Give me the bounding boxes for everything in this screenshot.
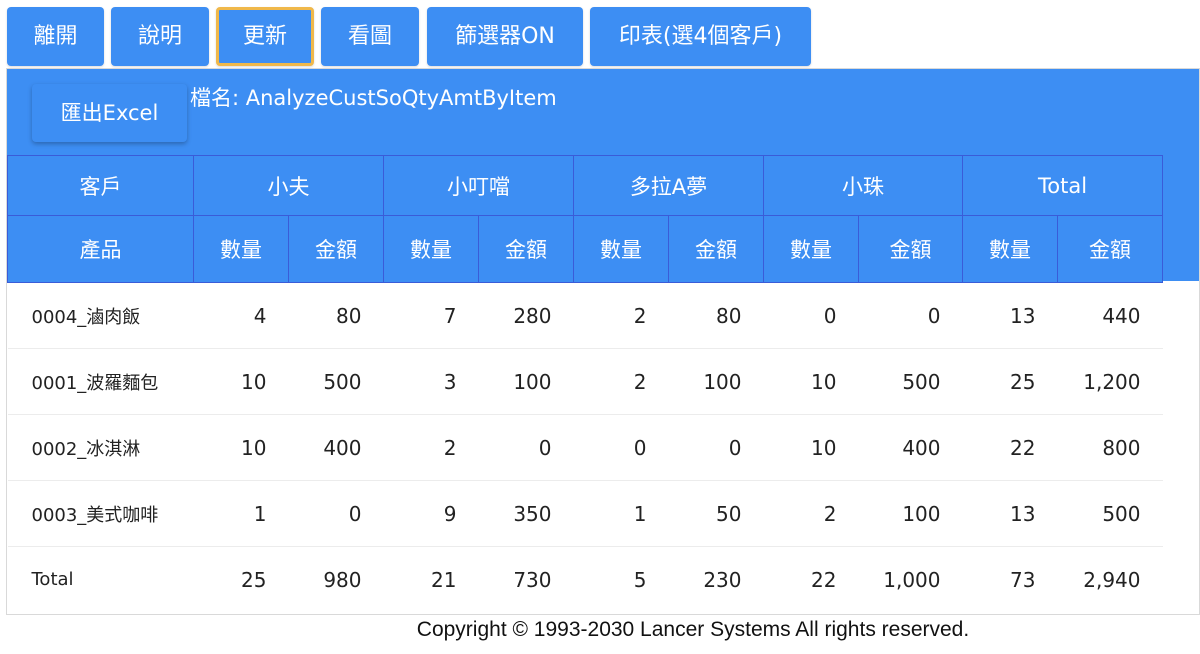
qty-header: 數量: [962, 215, 1058, 283]
qty-cell: 4: [193, 282, 289, 349]
amount-cell: 400: [858, 414, 963, 481]
amount-cell: 1,000: [883, 567, 941, 592]
qty-header: 數量: [193, 215, 289, 283]
view-chart-button[interactable]: 看圖: [321, 7, 419, 66]
amount-cell: 0: [668, 414, 764, 481]
file-name-label: 檔名: AnalyzeCustSoQtyAmtByItem: [190, 86, 557, 110]
table-row: 0004_滷肉飯 4 80 7 280 2 80 0 0 13 440: [7, 282, 1163, 349]
product-cell: 0002_冰淇淋: [7, 414, 194, 481]
table-row: 0003_美式咖啡 1 0 9 350 1 50 2 100 13 500: [7, 480, 1163, 547]
report-header-bar: 匯出Excel 檔名: AnalyzeCustSoQtyAmtByItem: [7, 69, 1199, 155]
qty-cell: 5: [633, 567, 647, 592]
amount-cell: 100: [478, 348, 574, 415]
total-col-header: Total: [961, 155, 1164, 216]
toolbar: 離開 說明 更新 看圖 篩選器ON 印表(選4個客戶): [0, 0, 1200, 68]
qty-cell: 0: [763, 282, 859, 349]
amount-cell: 400: [288, 414, 384, 481]
qty-cell: 2: [763, 480, 859, 547]
amount-cell: 730: [513, 567, 552, 592]
measure-header-row: 產品 數量 金額 數量 金額 數量 金額 數量 金額 數量 金額: [7, 215, 1164, 283]
qty-cell: 2: [573, 348, 669, 415]
amount-cell: 500: [288, 348, 384, 415]
exit-button[interactable]: 離開: [7, 7, 104, 66]
qty-cell: 25: [962, 348, 1058, 415]
qty-header: 數量: [763, 215, 859, 283]
product-header: 產品: [7, 215, 194, 283]
amount-cell: 500: [858, 348, 963, 415]
copyright-footer: Copyright © 1993-2030 Lancer Systems All…: [416, 618, 970, 641]
amount-cell: 350: [478, 480, 574, 547]
qty-cell: 7: [383, 282, 479, 349]
qty-cell: 10: [763, 348, 859, 415]
report-panel: 匯出Excel 檔名: AnalyzeCustSoQtyAmtByItem 客戶…: [6, 68, 1200, 615]
amount-cell: 50: [668, 480, 764, 547]
amount-cell: 2,940: [1083, 567, 1141, 592]
amount-cell: 230: [703, 567, 742, 592]
customer-header-row: 客戶 小夫 小叮噹 多拉A夢 小珠 Total: [7, 155, 1164, 216]
product-cell: 0004_滷肉飯: [7, 282, 194, 349]
qty-cell: 10: [763, 414, 859, 481]
amount-cell: 0: [858, 282, 963, 349]
qty-header: 數量: [383, 215, 479, 283]
refresh-button[interactable]: 更新: [216, 7, 314, 66]
amount-cell: 0: [288, 480, 384, 547]
customer-col-header: 多拉A夢: [573, 155, 764, 216]
product-cell: 0003_美式咖啡: [7, 480, 194, 547]
amount-header: 金額: [668, 215, 764, 283]
qty-cell: 13: [962, 480, 1058, 547]
export-excel-button[interactable]: 匯出Excel: [32, 84, 187, 142]
amount-cell: 100: [858, 480, 963, 547]
amount-cell: 800: [1057, 414, 1163, 481]
qty-cell: 22: [811, 567, 837, 592]
qty-header: 數量: [573, 215, 669, 283]
qty-cell: 22: [962, 414, 1058, 481]
amount-cell: 280: [478, 282, 574, 349]
qty-cell: 9: [383, 480, 479, 547]
total-row: Total 25 980 21 730 5 230 22 1,000 73 2,…: [8, 547, 1163, 613]
amount-cell: 440: [1057, 282, 1163, 349]
amount-header: 金額: [1056, 215, 1164, 283]
amount-cell: 980: [323, 567, 362, 592]
total-label-cell: Total: [31, 569, 74, 591]
qty-cell: 21: [431, 567, 457, 592]
header-strip: [1162, 155, 1199, 281]
qty-cell: 13: [962, 282, 1058, 349]
customer-col-header: 小珠: [763, 155, 963, 216]
product-cell: 0001_波羅麵包: [7, 348, 194, 415]
qty-cell: 73: [1010, 567, 1036, 592]
amount-header: 金額: [478, 215, 574, 283]
sales-table: 客戶 小夫 小叮噹 多拉A夢 小珠 Total 產品 數量 金額 數量 金額 數…: [7, 155, 1164, 613]
table-row: 0001_波羅麵包 10 500 3 100 2 100 10 500 25 1…: [7, 348, 1163, 415]
qty-cell: 0: [573, 414, 669, 481]
amount-cell: 1,200: [1057, 348, 1163, 415]
customer-col-header: 小叮噹: [383, 155, 574, 216]
filter-toggle-button[interactable]: 篩選器ON: [427, 7, 583, 66]
amount-cell: 100: [668, 348, 764, 415]
amount-cell: 500: [1057, 480, 1163, 547]
customer-header: 客戶: [7, 155, 194, 216]
amount-header: 金額: [288, 215, 384, 283]
qty-cell: 1: [193, 480, 289, 547]
qty-cell: 3: [383, 348, 479, 415]
qty-cell: 2: [573, 282, 669, 349]
amount-cell: 80: [288, 282, 384, 349]
amount-header: 金額: [858, 215, 963, 283]
qty-cell: 10: [193, 414, 289, 481]
amount-cell: 0: [478, 414, 574, 481]
qty-cell: 10: [193, 348, 289, 415]
amount-cell: 80: [668, 282, 764, 349]
qty-cell: 1: [573, 480, 669, 547]
qty-cell: 2: [383, 414, 479, 481]
customer-col-header: 小夫: [193, 155, 384, 216]
table-row: 0002_冰淇淋 10 400 2 0 0 0 10 400 22 800: [7, 414, 1163, 481]
print-button[interactable]: 印表(選4個客戶): [590, 7, 811, 66]
help-button[interactable]: 說明: [111, 7, 209, 66]
qty-cell: 25: [241, 567, 267, 592]
